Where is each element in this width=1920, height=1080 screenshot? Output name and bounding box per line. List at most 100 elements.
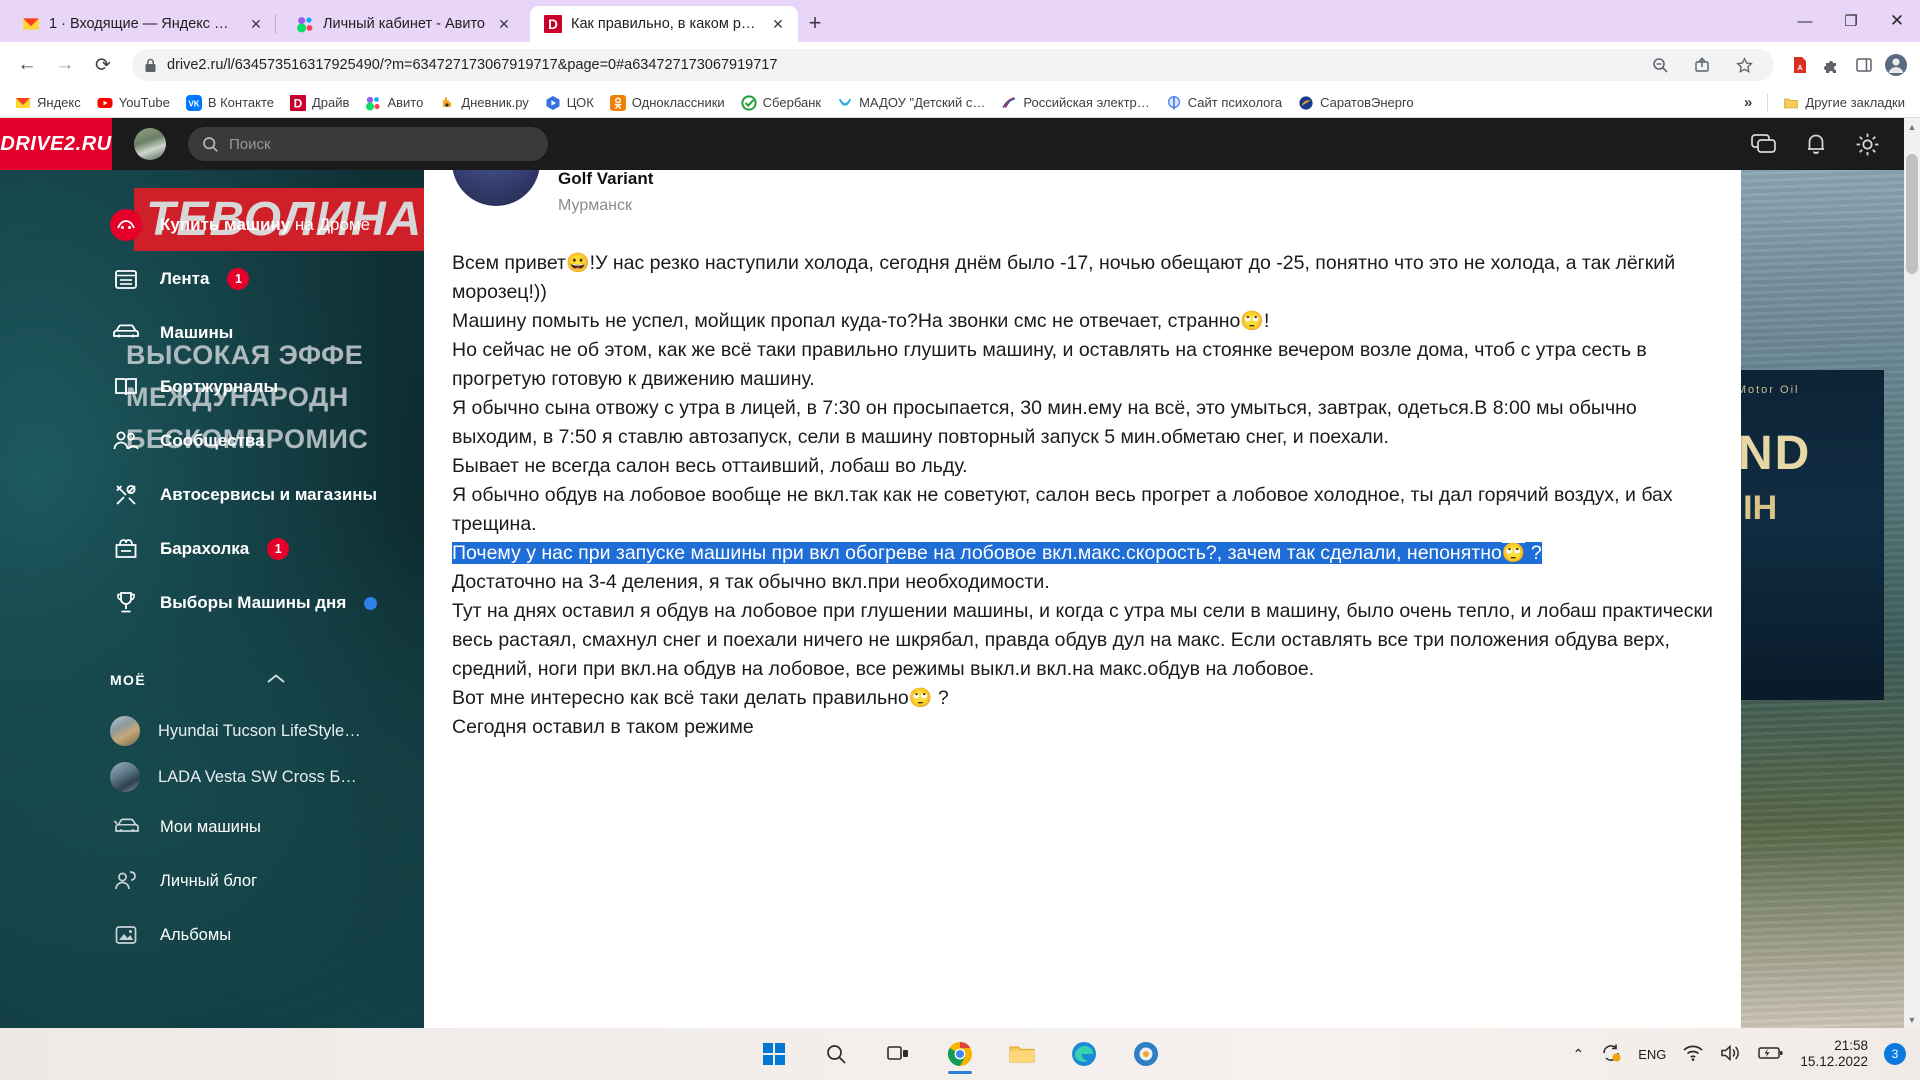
notifications-badge[interactable]: 3 xyxy=(1884,1043,1906,1065)
sync-icon[interactable] xyxy=(1600,1042,1622,1067)
market-icon xyxy=(110,533,142,565)
volume-icon[interactable] xyxy=(1720,1043,1742,1066)
zoom-icon[interactable] xyxy=(1646,51,1674,79)
pdf-icon[interactable]: A xyxy=(1786,51,1814,79)
avatar[interactable] xyxy=(134,128,166,160)
article-paragraph: Я обычно сына отвожу с утра в лицей, в 7… xyxy=(452,397,1637,448)
scroll-down-icon[interactable]: ▼ xyxy=(1904,1011,1920,1028)
clock-date: 15.12.2022 xyxy=(1800,1054,1868,1069)
blog-icon xyxy=(110,865,142,897)
sidebar-item-blog[interactable]: Личный блог xyxy=(0,854,430,908)
profile-avatar-icon[interactable] xyxy=(1882,51,1910,79)
maximize-button[interactable]: ❐ xyxy=(1828,0,1874,42)
language-indicator[interactable]: ENG xyxy=(1638,1047,1666,1062)
tab-drive2[interactable]: D Как правильно, в каком режим… ✕ xyxy=(530,6,798,42)
close-window-button[interactable]: ✕ xyxy=(1874,0,1920,42)
bookmark-psiholog[interactable]: Сайт психолога xyxy=(1159,92,1289,114)
bookmark-yandex[interactable]: Яндекс xyxy=(8,92,88,114)
reload-button[interactable]: ⟳ xyxy=(86,48,120,82)
minimize-button[interactable]: — xyxy=(1782,0,1828,42)
sidebar-section-my[interactable]: МОЁ xyxy=(0,652,430,708)
bookmark-cok[interactable]: ЦОК xyxy=(538,92,601,114)
sidebar-item-label: Альбомы xyxy=(160,925,232,944)
sidebar-item-my-cars[interactable]: Мои машины xyxy=(0,800,430,854)
start-button[interactable] xyxy=(754,1034,794,1074)
sidebar-car-hyundai[interactable]: Hyundai Tucson LifeStyle… xyxy=(0,708,430,754)
share-icon[interactable] xyxy=(1688,51,1716,79)
omnibox-actions xyxy=(1646,51,1762,79)
bookmark-label: Дневник.ру xyxy=(461,95,529,110)
sidepanel-icon[interactable] xyxy=(1850,51,1878,79)
tab-avito[interactable]: Личный кабинет - Авито ✕ xyxy=(282,6,524,42)
author-avatar[interactable] xyxy=(452,170,540,206)
bookmark-saratovenergo[interactable]: СаратовЭнерго xyxy=(1291,92,1421,114)
new-tab-button[interactable]: + xyxy=(798,6,832,40)
bookmark-roselektr[interactable]: Российская электр… xyxy=(994,92,1156,114)
tab-title: 1 · Входящие — Яндекс Почта xyxy=(49,16,237,32)
browser-toolbar: ← → ⟳ drive2.ru/l/634573516317925490/?m=… xyxy=(0,42,1920,88)
chrome-taskbar-button[interactable] xyxy=(940,1034,980,1074)
extensions-icon[interactable] xyxy=(1818,51,1846,79)
bell-icon[interactable] xyxy=(1805,132,1827,156)
bookmark-label: YouTube xyxy=(118,95,170,110)
bookmark-sberbank[interactable]: Сбербанк xyxy=(734,92,828,114)
sidebar-item-buy-car[interactable]: Купить машину на Дроме xyxy=(0,198,430,252)
wifi-icon[interactable] xyxy=(1682,1044,1704,1065)
article-paragraph: Достаточно на 3-4 деления, я так обычно … xyxy=(452,571,1050,593)
bookmark-youtube[interactable]: YouTube xyxy=(90,92,177,114)
site-sidebar: Купить машину на Дроме Лента 1 Машины Бо… xyxy=(0,170,430,1028)
scroll-up-icon[interactable]: ▲ xyxy=(1904,118,1920,135)
sidebar-item-logbooks[interactable]: Бортжурналы xyxy=(0,360,430,414)
madou-icon xyxy=(838,98,852,106)
lock-icon xyxy=(145,58,156,72)
battery-charging-icon[interactable] xyxy=(1758,1045,1784,1064)
browser-window: 1 · Входящие — Яндекс Почта ✕ Личный каб… xyxy=(0,0,1920,1028)
bookmark-drive2[interactable]: D Драйв xyxy=(283,92,356,114)
sidebar-item-feed[interactable]: Лента 1 xyxy=(0,252,430,306)
task-view-button[interactable] xyxy=(878,1034,918,1074)
sidebar-item-cars[interactable]: Машины xyxy=(0,306,430,360)
search-button[interactable] xyxy=(816,1034,856,1074)
star-icon[interactable] xyxy=(1730,51,1758,79)
sidebar-item-car-of-the-day[interactable]: Выборы Машины дня xyxy=(0,576,430,630)
app-taskbar-button[interactable] xyxy=(1126,1034,1166,1074)
bookmark-odnoklassniki[interactable]: Одноклассники xyxy=(603,92,732,114)
bookmark-dnevnik[interactable]: Дневник.ру xyxy=(432,92,535,114)
selected-text-tail: ? xyxy=(1525,542,1542,564)
bookmark-label: Авито xyxy=(387,95,424,110)
tab-close-icon[interactable]: ✕ xyxy=(768,14,788,34)
bookmark-label: Российская электр… xyxy=(1023,95,1150,110)
tab-close-icon[interactable]: ✕ xyxy=(246,14,266,34)
edge-taskbar-button[interactable] xyxy=(1064,1034,1104,1074)
sidebar-item-market[interactable]: Барахолка 1 xyxy=(0,522,430,576)
taskbar-clock[interactable]: 21:58 15.12.2022 xyxy=(1800,1038,1868,1070)
bookmarks-overflow-button[interactable]: » xyxy=(1737,91,1759,114)
sidebar-item-label: Лента xyxy=(160,269,210,288)
gear-icon[interactable] xyxy=(1855,132,1880,157)
tab-close-icon[interactable]: ✕ xyxy=(494,14,514,34)
chevron-up-icon[interactable] xyxy=(266,672,286,688)
back-button[interactable]: ← xyxy=(10,48,44,82)
site-logo[interactable]: DRIVE2.RU xyxy=(0,118,112,170)
address-bar[interactable]: drive2.ru/l/634573516317925490/?m=634727… xyxy=(132,49,1774,81)
sidebar-item-albums[interactable]: Альбомы xyxy=(0,908,430,962)
tab-yandex-mail[interactable]: 1 · Входящие — Яндекс Почта ✕ xyxy=(8,6,276,42)
cok-icon xyxy=(546,95,560,110)
tray-overflow-icon[interactable]: ⌃ xyxy=(1573,1046,1585,1063)
bookmark-vk[interactable]: VK В Контакте xyxy=(179,92,281,114)
messages-icon[interactable] xyxy=(1751,132,1777,156)
other-bookmarks-button[interactable]: Другие закладки xyxy=(1776,92,1912,114)
bookmark-madou[interactable]: МАДОУ "Детский с… xyxy=(830,92,992,114)
site-search[interactable]: Поиск xyxy=(188,127,548,161)
yandex-icon xyxy=(16,97,30,108)
page-scrollbar[interactable]: ▲ ▼ xyxy=(1904,118,1920,1028)
forward-button[interactable]: → xyxy=(48,48,82,82)
sidebar-item-services[interactable]: Автосервисы и магазины xyxy=(0,468,430,522)
scrollbar-thumb[interactable] xyxy=(1906,154,1918,274)
logbook-icon xyxy=(110,371,142,403)
explorer-taskbar-button[interactable] xyxy=(1002,1034,1042,1074)
sidebar-car-lada[interactable]: LADA Vesta SW Cross Б… xyxy=(0,754,430,800)
bookmark-avito[interactable]: Авито xyxy=(358,92,430,114)
author-name[interactable]: Golf Variant xyxy=(558,170,653,187)
sidebar-item-communities[interactable]: Сообщества xyxy=(0,414,430,468)
